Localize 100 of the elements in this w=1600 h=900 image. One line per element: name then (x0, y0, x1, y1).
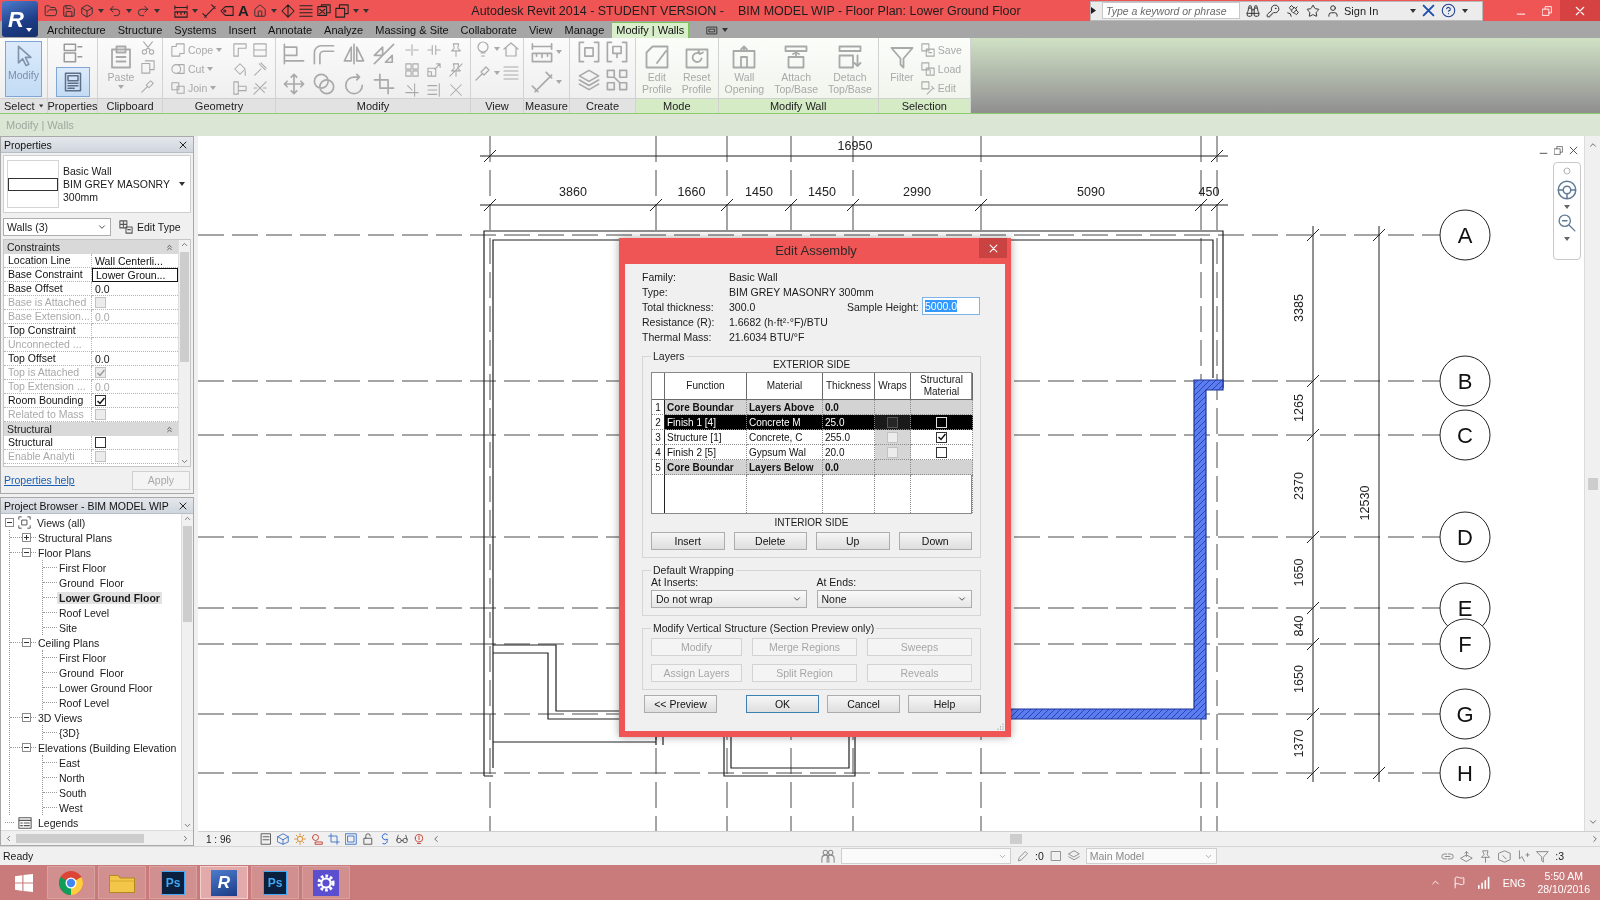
help-icon[interactable] (1441, 3, 1457, 18)
house-icon[interactable] (252, 3, 267, 18)
model-field[interactable]: Main Model (1085, 848, 1217, 864)
table-cell[interactable]: Concrete, C (747, 430, 823, 445)
ribbon-tab[interactable]: Massing & Site (370, 22, 454, 38)
table-cell[interactable]: Layers Below (747, 460, 823, 475)
tree-item[interactable]: North (57, 771, 87, 784)
tree-item[interactable]: Lower Ground Floor (57, 681, 155, 694)
key-icon[interactable] (1266, 3, 1280, 18)
hook-icon[interactable] (379, 833, 391, 845)
diamond-drip-icon[interactable] (233, 62, 247, 76)
stacked-layers-icon[interactable] (577, 69, 600, 91)
at-ends-dropdown[interactable]: None (816, 590, 972, 608)
caret-icon[interactable] (722, 28, 729, 32)
scissors-icon[interactable] (141, 41, 156, 55)
lightbulb-icon[interactable] (475, 41, 491, 57)
tree-item[interactable]: Ground Floor (57, 576, 126, 589)
scroll-right-icon[interactable] (1590, 834, 1600, 844)
tree-item[interactable]: Elevations (Building Elevation (36, 741, 179, 754)
taskbar-button[interactable]: Ps (251, 866, 299, 899)
tree-item[interactable]: Ground Floor (57, 666, 126, 679)
dialog-button[interactable]: Help (908, 695, 981, 713)
save-icon[interactable] (62, 3, 76, 18)
linked-squares-icon[interactable] (605, 69, 628, 91)
taskbar-button[interactable]: Ps (149, 866, 197, 899)
ribbon-tab[interactable]: Structure (112, 22, 168, 38)
tree-item[interactable]: First Floor (57, 561, 109, 574)
close-icon[interactable] (179, 140, 187, 149)
tree-item[interactable]: West (57, 801, 85, 814)
minus-box-icon[interactable] (5, 518, 14, 527)
taskbar-button[interactable]: R (200, 866, 248, 899)
lines-icon[interactable] (298, 3, 313, 18)
edit-type-button[interactable]: Edit Type (115, 218, 191, 236)
scroll-up-icon[interactable] (183, 514, 192, 523)
parallel-curves-icon[interactable] (313, 43, 335, 65)
star-icon[interactable] (1306, 3, 1320, 18)
properties-button[interactable] (55, 67, 90, 97)
taskbar-button[interactable] (47, 866, 95, 899)
overlapping-circles-icon[interactable] (313, 73, 335, 95)
house-outline-icon[interactable] (503, 41, 519, 57)
gap-line-icon[interactable] (427, 43, 441, 57)
brush-icon[interactable] (141, 79, 156, 93)
square-icon[interactable] (1049, 850, 1062, 862)
brush-icon[interactable] (475, 65, 491, 81)
minus-box-icon[interactable] (22, 638, 31, 647)
ribbon-tab[interactable]: Insert (223, 22, 262, 38)
diamond-line-icon[interactable] (280, 3, 295, 18)
cross-lines-icon[interactable] (405, 83, 419, 97)
scroll-up-icon[interactable] (180, 240, 189, 249)
tree-item[interactable]: Roof Level (57, 606, 112, 619)
scrollbar[interactable] (1584, 136, 1600, 831)
tree-item[interactable]: South (57, 786, 89, 799)
ball-shadow-icon[interactable] (311, 833, 323, 845)
table-cell[interactable]: Concrete M (747, 415, 823, 430)
tree-item[interactable]: First Floor (57, 651, 109, 664)
properties-help-link[interactable]: Properties help (4, 474, 75, 486)
ribbon-tab[interactable]: View (523, 22, 558, 38)
checkbox[interactable] (936, 446, 947, 458)
glasses-icon[interactable] (396, 833, 408, 845)
tree-item[interactable]: Structural Plans (36, 531, 115, 544)
element-filter-dropdown[interactable]: Walls (3) (3, 218, 111, 236)
close-button[interactable] (1560, 0, 1600, 21)
at-inserts-dropdown[interactable]: Do not wrap (651, 590, 807, 608)
sun-icon[interactable] (294, 833, 306, 845)
funnel-icon[interactable] (1536, 849, 1550, 863)
cursor-plus-icon[interactable] (1517, 849, 1531, 863)
lines-bar-icon[interactable] (427, 83, 441, 97)
caret-icon[interactable] (1564, 237, 1570, 241)
close-icon[interactable] (179, 501, 187, 510)
table-cell[interactable]: 255.0 (823, 430, 875, 445)
hexagon-icon[interactable] (1498, 849, 1512, 863)
zoom-icon[interactable] (1558, 214, 1576, 232)
close-button[interactable] (979, 238, 1007, 258)
sign-in-button[interactable]: Sign In (1326, 3, 1417, 18)
folder-open-icon[interactable] (44, 3, 58, 18)
panel-label[interactable]: Select (0, 98, 47, 113)
x-mark-icon[interactable] (1422, 4, 1436, 17)
caret-icon[interactable] (1462, 8, 1469, 13)
scrollbar-thumb[interactable] (16, 833, 144, 843)
sheet-icon[interactable] (260, 833, 272, 845)
scrollbar-thumb[interactable] (180, 252, 189, 362)
scrollbar-thumb[interactable] (1587, 477, 1598, 490)
signal-bars-icon[interactable] (1477, 876, 1491, 889)
nested-rectangles-icon[interactable] (705, 24, 720, 36)
caret-icon[interactable] (1564, 205, 1570, 209)
t-shape-icon[interactable] (233, 81, 247, 95)
pencil-icon[interactable] (1017, 850, 1029, 862)
tree-item[interactable]: Legends (36, 816, 81, 829)
minus-box-icon[interactable] (22, 713, 31, 722)
dialog-button[interactable]: << Preview (644, 695, 717, 713)
scroll-down-icon[interactable] (1587, 817, 1598, 827)
crossed-corners-icon[interactable] (373, 73, 395, 95)
people-icon[interactable] (821, 849, 835, 863)
selected-wall[interactable] (1009, 379, 1224, 720)
dialog-button[interactable]: Insert (651, 532, 725, 550)
tree-item[interactable]: Floor Plans (36, 546, 94, 559)
expand-triangle-icon[interactable] (1091, 7, 1096, 14)
delete-icon[interactable] (449, 83, 463, 97)
taskbar-button[interactable] (302, 866, 350, 899)
binoculars-icon[interactable] (1246, 3, 1260, 18)
